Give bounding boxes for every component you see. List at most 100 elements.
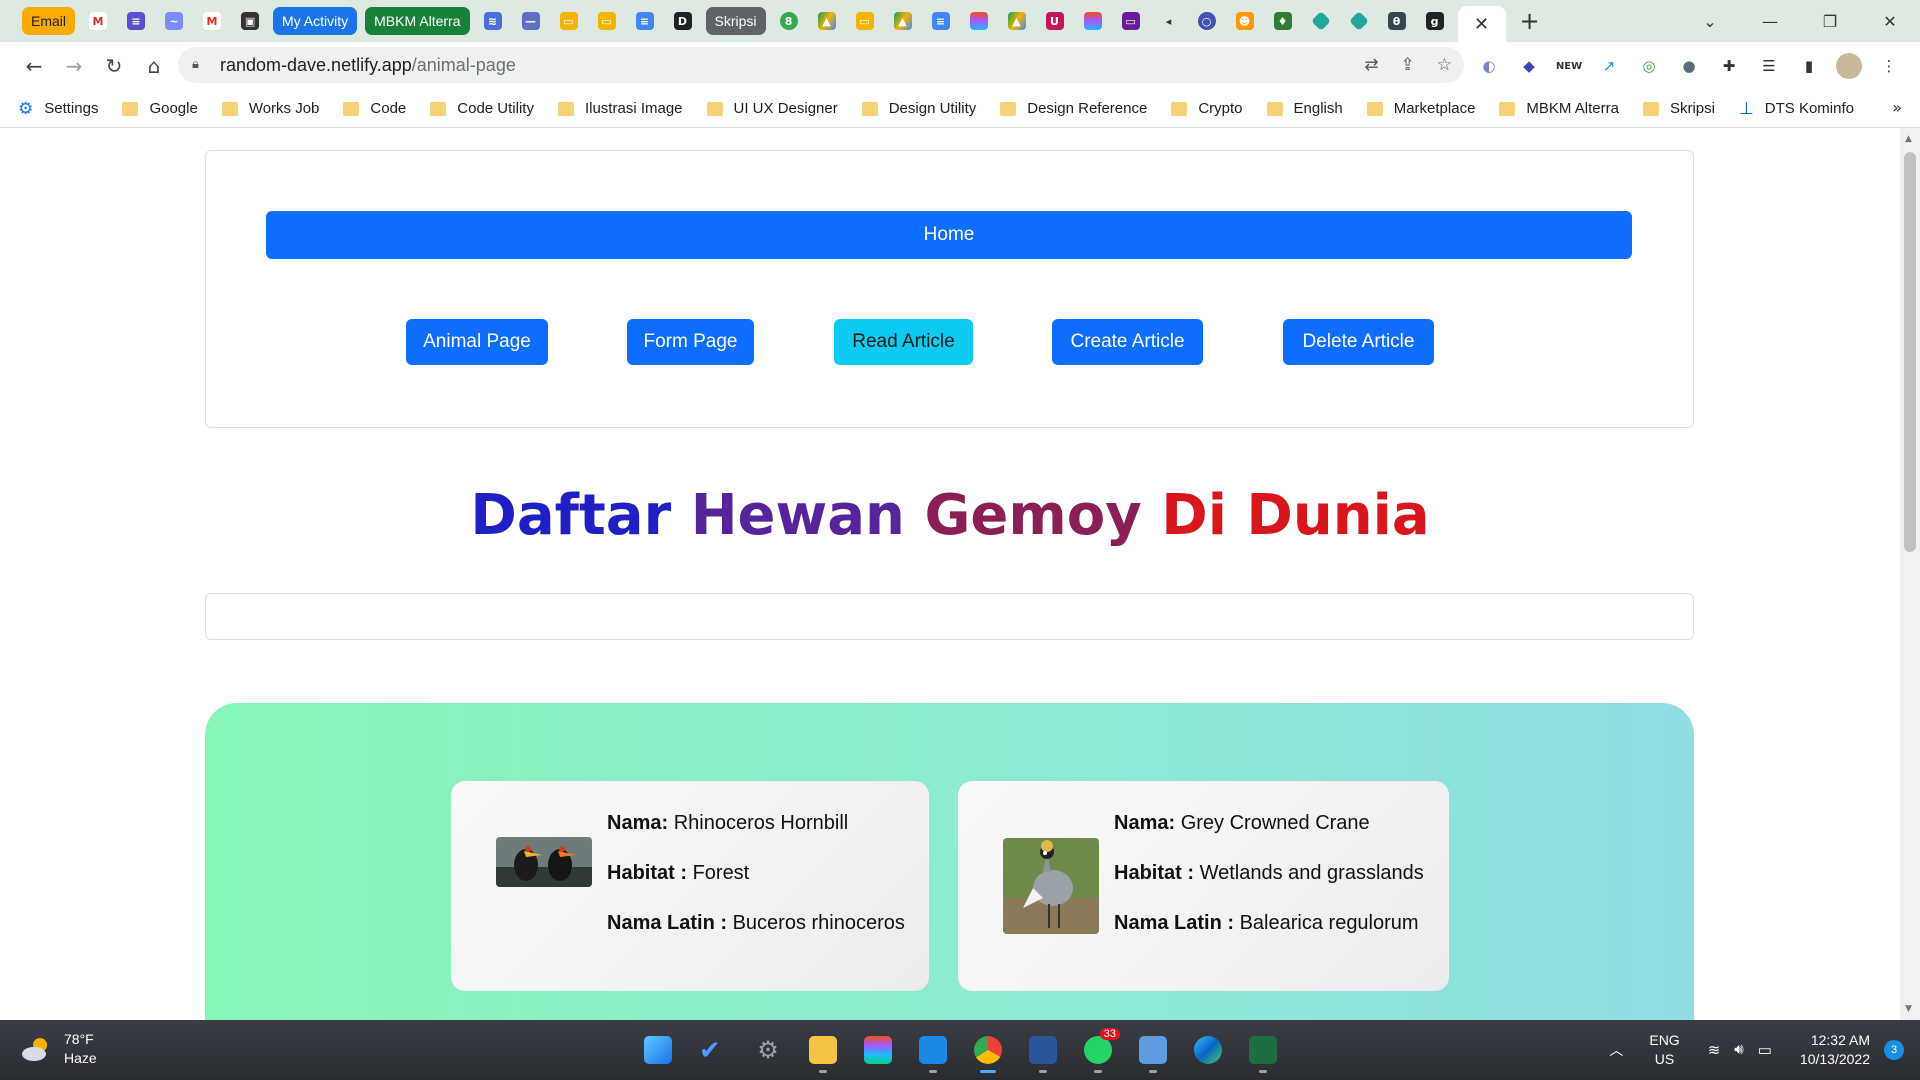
todo-app[interactable]: ✔	[695, 1030, 731, 1070]
close-tab-icon[interactable]: ✕	[1474, 14, 1489, 35]
bookmark-folder[interactable]: MBKM Alterra	[1499, 100, 1619, 117]
clock[interactable]: 12:32 AM 10/13/2022	[1800, 1031, 1870, 1069]
animal-page-button[interactable]: Animal Page	[406, 319, 548, 365]
extension-icon[interactable]: ◆	[1516, 53, 1542, 79]
tab-email[interactable]: Email	[22, 6, 76, 36]
bookmark-folder[interactable]: Design Reference	[1000, 100, 1147, 117]
settings-app[interactable]: ⚙	[750, 1030, 786, 1070]
side-panel-icon[interactable]: ▮	[1796, 53, 1822, 79]
create-article-button[interactable]: Create Article	[1052, 319, 1203, 365]
tab-site-5[interactable]: ▭	[1116, 6, 1146, 36]
weather-widget[interactable]: 78°F Haze	[20, 1030, 97, 1068]
bookmark-settings[interactable]: ⚙ Settings	[18, 99, 98, 119]
volume-icon[interactable]: 🔊︎	[1734, 1041, 1743, 1059]
battery-icon[interactable]: ▭	[1758, 1041, 1772, 1059]
close-window-icon[interactable]: ✕	[1860, 12, 1920, 31]
chrome-app[interactable]	[970, 1030, 1006, 1073]
tab-site-2[interactable]: —	[516, 6, 546, 36]
file-explorer-app[interactable]	[805, 1030, 841, 1073]
reload-icon[interactable]: ↻	[94, 48, 134, 84]
tab-slides-2[interactable]: ▭	[592, 6, 622, 36]
scroll-down-icon[interactable]: ▼	[1905, 1004, 1912, 1014]
tab-audio[interactable]: ◂	[1154, 6, 1184, 36]
home-icon[interactable]: ⌂	[134, 48, 174, 84]
extension-icon[interactable]: NEW	[1556, 53, 1582, 79]
home-button[interactable]: Home	[266, 211, 1632, 259]
tab-skripsi[interactable]: Skripsi	[705, 6, 766, 36]
tray-overflow-icon[interactable]: ︿	[1609, 1040, 1623, 1060]
extensions-puzzle-icon[interactable]: ✚	[1716, 53, 1742, 79]
scroll-thumb[interactable]	[1904, 152, 1916, 552]
tab-docs-2[interactable]: ≡	[926, 6, 956, 36]
bookmark-folder[interactable]: Works Job	[221, 100, 319, 117]
tab-my-activity[interactable]: My Activity	[273, 6, 358, 36]
form-page-button[interactable]: Form Page	[627, 319, 754, 365]
delete-article-button[interactable]: Delete Article	[1283, 319, 1434, 365]
wifi-icon[interactable]: ≋	[1708, 1041, 1721, 1059]
tab-site-10[interactable]	[1344, 6, 1374, 36]
tab-active[interactable]: ✕	[1457, 6, 1506, 42]
bookmark-folder[interactable]: English	[1266, 100, 1343, 117]
tab-site-1[interactable]: ≋	[478, 6, 508, 36]
notepad-app[interactable]	[1135, 1030, 1171, 1073]
tab-site-4[interactable]: U	[1040, 6, 1070, 36]
tab-site-7[interactable]: ☻	[1230, 6, 1260, 36]
tab-list[interactable]: ≡	[121, 6, 151, 36]
extension-icon[interactable]: ↗	[1596, 53, 1622, 79]
tab-gmail[interactable]: M	[83, 6, 113, 36]
scroll-up-icon[interactable]: ▲	[1905, 134, 1912, 144]
vscode-app[interactable]	[915, 1030, 951, 1073]
share-icon[interactable]: ⇪	[1401, 55, 1415, 75]
forward-icon[interactable]: →	[54, 48, 94, 84]
tab-search-icon[interactable]: ⌄	[1680, 12, 1740, 31]
bookmark-folder[interactable]: Code Utility	[430, 100, 534, 117]
figma-app[interactable]	[860, 1030, 896, 1070]
bookmark-folder[interactable]: Google	[122, 100, 198, 117]
bookmark-star-icon[interactable]: ☆	[1437, 55, 1452, 75]
bookmark-dts[interactable]: ⊥ DTS Kominfo	[1739, 99, 1854, 119]
page-scrollbar[interactable]: ▲ ▼	[1900, 128, 1920, 1020]
profile-avatar[interactable]	[1836, 53, 1862, 79]
reading-list-icon[interactable]: ☰	[1756, 53, 1782, 79]
bookmark-folder[interactable]: Design Utility	[861, 100, 976, 117]
tab-drive-3[interactable]: ▲	[1002, 6, 1032, 36]
menu-kebab-icon[interactable]: ⋮	[1876, 53, 1902, 79]
tab-figma-1[interactable]	[964, 6, 994, 36]
bookmark-folder[interactable]: Code	[343, 100, 406, 117]
bookmark-folder[interactable]: UI UX Designer	[706, 100, 838, 117]
translate-icon[interactable]: ⇄	[1364, 55, 1378, 75]
tab-drive-2[interactable]: ▲	[888, 6, 918, 36]
bookmark-folder[interactable]: Ilustrasi Image	[557, 100, 683, 117]
tab-mbkm[interactable]: MBKM Alterra	[365, 6, 470, 36]
whatsapp-app[interactable]: 33	[1080, 1028, 1120, 1073]
tab-site-8[interactable]: ♦	[1268, 6, 1298, 36]
tab-site-9[interactable]	[1306, 6, 1336, 36]
edge-app[interactable]	[1190, 1030, 1226, 1070]
back-icon[interactable]: ←	[14, 48, 54, 84]
tab-docs[interactable]: ≡	[630, 6, 660, 36]
tab-figma-2[interactable]	[1078, 6, 1108, 36]
tab-drive-1[interactable]: ▲	[812, 6, 842, 36]
minimize-icon[interactable]: —	[1740, 12, 1800, 31]
tab-d[interactable]: D	[668, 6, 698, 36]
tab-slides-3[interactable]: ▭	[850, 6, 880, 36]
tab-site-3[interactable]: 8	[774, 6, 804, 36]
tab-site-11[interactable]: θ	[1382, 6, 1412, 36]
address-bar[interactable]: 🔒︎ random-dave.netlify.app/animal-page ⇄…	[178, 47, 1464, 83]
tab-site-6[interactable]: ○	[1192, 6, 1222, 36]
language-indicator[interactable]: ENG US	[1649, 1031, 1679, 1069]
extension-icon[interactable]: ◎	[1636, 53, 1662, 79]
more-bookmarks-icon[interactable]: »	[1892, 98, 1902, 117]
new-tab-button[interactable]: +	[1520, 7, 1540, 35]
tab-gmail-2[interactable]: M	[197, 6, 227, 36]
bookmark-folder[interactable]: Crypto	[1171, 100, 1243, 117]
read-article-button[interactable]: Read Article	[834, 319, 973, 365]
extension-icon[interactable]: ◐	[1476, 53, 1502, 79]
excel-app[interactable]	[1245, 1030, 1281, 1073]
bookmark-folder[interactable]: Marketplace	[1366, 100, 1475, 117]
lock-icon[interactable]: 🔒︎	[192, 57, 206, 73]
word-app[interactable]	[1025, 1030, 1061, 1073]
tab-site-12[interactable]: g	[1420, 6, 1450, 36]
bookmark-folder[interactable]: Skripsi	[1642, 100, 1715, 117]
start-button[interactable]	[640, 1030, 676, 1070]
